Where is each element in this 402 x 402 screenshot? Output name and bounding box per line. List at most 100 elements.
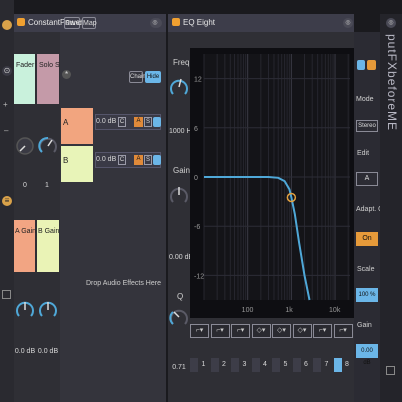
band-toggle-6[interactable]: [292, 358, 301, 372]
gain-out-field[interactable]: 0.00 dB: [356, 344, 378, 366]
drop-zone[interactable]: Drop Audio Effects Here: [61, 188, 161, 398]
freq-value: 1000 Hz: [169, 128, 196, 135]
device2-titlebar: EQ Eight ◎: [168, 14, 354, 32]
edit-button[interactable]: A: [356, 172, 378, 186]
collapse-icon[interactable]: –: [4, 126, 8, 135]
filter-type-button-6[interactable]: ◇▾: [292, 324, 312, 338]
band-toggle-5[interactable]: [272, 358, 280, 372]
mode-value: Stereo: [358, 123, 376, 129]
device2-title[interactable]: EQ Eight: [183, 16, 215, 30]
chain-add-icon[interactable]: *: [62, 70, 71, 79]
gain-out-label: Gain: [357, 322, 372, 329]
fader-value: 0: [23, 182, 27, 189]
eq-display[interactable]: 12 6 0 -6 -12 100 1k 10k: [190, 48, 354, 318]
band-number-1: 1: [201, 361, 206, 368]
adapt-q-value: On: [362, 235, 372, 242]
scale-value: 100 %: [358, 292, 376, 298]
chain-b-solo[interactable]: S: [144, 155, 152, 165]
fader-knob[interactable]: [15, 136, 35, 156]
freq-knob[interactable]: [169, 76, 189, 100]
chain-b[interactable]: B 0.0 dB C A S: [61, 146, 161, 182]
chain-a-volume[interactable]: 0.0 dB: [96, 118, 116, 125]
filter-type-button-5[interactable]: ◇▾: [272, 324, 291, 338]
b-gain-value: 0.0 dB: [37, 348, 59, 355]
scale-field[interactable]: 100 %: [356, 288, 378, 302]
filter-type-button-8[interactable]: ⌐▾: [333, 324, 353, 338]
chain-a-solo[interactable]: S: [144, 117, 152, 127]
solo-macro[interactable]: Solo SW: [37, 54, 66, 104]
solo-knob[interactable]: [38, 136, 58, 156]
filter-type-button-1[interactable]: ⌐▾: [190, 324, 209, 338]
q-value: 0.71: [172, 364, 186, 371]
chain-a[interactable]: A 0.0 dB C A S: [61, 108, 161, 144]
rack-save-icon[interactable]: [386, 366, 395, 375]
eq-y-tick-label: 12: [194, 77, 202, 84]
chain-a-controls: 0.0 dB C A S: [95, 114, 161, 130]
filter-type-row: ⌐▾ ⌐▾ ⌐▾ ◇▾ ◇▾ ◇▾ ⌐▾ ⌐▾: [190, 324, 354, 342]
q-label: Q: [177, 292, 184, 301]
band-toggle-1[interactable]: [190, 358, 198, 372]
map-button[interactable]: Map: [82, 17, 97, 29]
adapt-icon[interactable]: [367, 60, 376, 70]
band-toggle-2[interactable]: [210, 358, 219, 372]
fader-macro[interactable]: Fader: [14, 54, 35, 104]
device1-titlebar: ConstantPower Rand Map i: [14, 14, 166, 32]
chain-b-name: B: [63, 156, 69, 165]
chain-a-activator[interactable]: A: [134, 117, 143, 127]
a-gain-label: A Gain: [15, 228, 37, 235]
chain-a-hotswap-icon[interactable]: [153, 117, 161, 127]
device2-activator[interactable]: [172, 18, 180, 26]
gain-label: Gain: [173, 166, 190, 175]
audition-icon[interactable]: [357, 60, 365, 70]
chain-b-volume[interactable]: 0.0 dB: [96, 156, 116, 163]
save-icon[interactable]: [2, 290, 11, 299]
rack-fold-icon[interactable]: ◎: [386, 18, 396, 28]
mode-dropdown[interactable]: Stereo: [356, 120, 378, 132]
a-gain-knob[interactable]: [15, 300, 35, 320]
b-gain-knob[interactable]: [38, 300, 58, 320]
q-knob[interactable]: [169, 306, 189, 330]
eq-side-panel: Mode Stereo Edit A Adapt. Q On Scale 100…: [354, 32, 384, 402]
eq-x-tick-label: 100: [242, 307, 254, 314]
adapt-q-toggle[interactable]: On: [356, 232, 378, 246]
band-number-6: 6: [304, 361, 308, 368]
hide-button[interactable]: Hide: [145, 71, 161, 83]
gain-value: 0.00 dB: [169, 254, 194, 261]
a-gain-macro[interactable]: A Gain: [14, 220, 37, 272]
chain-button[interactable]: Chain: [129, 71, 146, 83]
band-toggle-8[interactable]: [333, 358, 342, 372]
a-gain-value: 0.0 dB: [14, 348, 36, 355]
rand-button[interactable]: Rand: [64, 17, 82, 29]
band-number-row: 1 2 3 4 5 6 7 8: [190, 358, 354, 374]
solo-value: 1: [45, 182, 49, 189]
filter-type-button-7[interactable]: ⌐▾: [313, 324, 332, 338]
filter-type-button-3[interactable]: ⌐▾: [231, 324, 250, 338]
chain-b-hotswap-icon[interactable]: [153, 155, 161, 165]
device2-fold-icon[interactable]: ◎: [343, 18, 353, 28]
band-number-3: 3: [242, 361, 247, 368]
eq-x-tick-label: 1k: [285, 307, 293, 314]
chain-b-activator[interactable]: A: [134, 155, 143, 165]
b-gain-macro[interactable]: B Gain: [37, 220, 59, 272]
device1-fold-icon[interactable]: ◎: [150, 18, 160, 28]
device1-body: Fader Solo SW 0 1 A Gain B Gain 0.0 dB 0…: [14, 32, 166, 402]
filter-type-button-4[interactable]: ◇▾: [251, 324, 271, 338]
band-toggle-7[interactable]: [313, 358, 321, 372]
gain-knob[interactable]: [169, 184, 189, 208]
expand-icon[interactable]: +: [3, 100, 8, 109]
band-toggle-3[interactable]: [231, 358, 239, 372]
power-icon[interactable]: [2, 20, 12, 30]
eq-x-tick-label: 10k: [329, 307, 341, 314]
chain-a-pan[interactable]: C: [118, 117, 126, 127]
chain-list-icon[interactable]: ≡: [2, 196, 12, 206]
device1-activator[interactable]: [17, 18, 25, 26]
chain-b-pan[interactable]: C: [118, 155, 126, 165]
hotswap-icon[interactable]: ⊙: [2, 66, 12, 76]
scale-label: Scale: [357, 266, 375, 273]
rack-side-text: putFXbeforeME: [380, 34, 402, 314]
fader-label: Fader: [16, 62, 35, 69]
band-toggle-4[interactable]: [251, 358, 260, 372]
filter-type-button-2[interactable]: ⌐▾: [210, 324, 230, 338]
eq-y-tick-label: 6: [194, 126, 198, 133]
drop-zone-text: Drop Audio Effects Here: [86, 280, 161, 287]
